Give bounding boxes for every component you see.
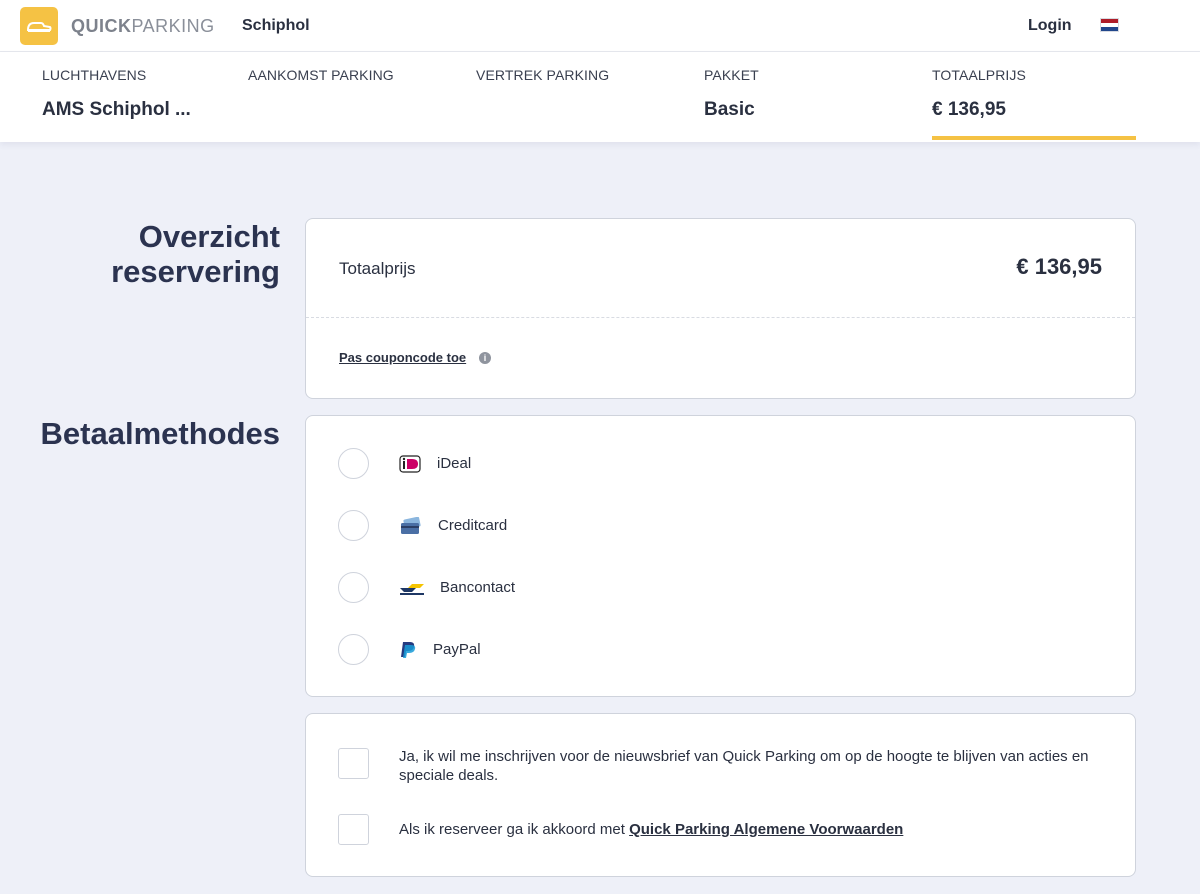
payment-option-paypal[interactable]: PayPal bbox=[306, 634, 1135, 666]
payment-option-bancontact[interactable]: Bancontact bbox=[306, 572, 1135, 604]
summary-package-value: Basic bbox=[704, 99, 755, 120]
newsletter-label: Ja, ik wil me inschrijven voor de nieuws… bbox=[399, 748, 1089, 784]
terms-checkbox[interactable] bbox=[338, 814, 369, 845]
consent-card: Ja, ik wil me inschrijven voor de nieuws… bbox=[305, 713, 1136, 877]
payment-methods-card: iDeal Creditcard Bancontact PayPal bbox=[305, 415, 1136, 697]
terms-prefix: Als ik reserveer ga ik akkoord met bbox=[399, 821, 630, 838]
paypal-icon bbox=[401, 642, 416, 658]
summary-total-label: TOTAALPRIJS bbox=[932, 67, 1026, 83]
summary-total-value: € 136,95 bbox=[932, 99, 1006, 120]
brand-name[interactable]: QUICKPARKING bbox=[71, 16, 215, 37]
total-price-value: € 136,95 bbox=[1016, 254, 1102, 279]
overview-heading: Overzicht reservering bbox=[111, 219, 280, 289]
apply-coupon-link[interactable]: Pas couponcode toe bbox=[339, 350, 466, 365]
newsletter-checkbox[interactable] bbox=[338, 748, 369, 779]
paypal-label: PayPal bbox=[433, 641, 481, 658]
overview-card: Totaalprijs € 136,95 Pas couponcode toe … bbox=[305, 218, 1136, 399]
payment-option-ideal[interactable]: iDeal bbox=[306, 448, 1135, 480]
bancontact-icon bbox=[400, 584, 424, 595]
summary-airport-label: LUCHTHAVENS bbox=[42, 67, 147, 83]
location-label: Schiphol bbox=[242, 17, 310, 34]
payment-methods-heading: Betaalmethodes bbox=[40, 416, 280, 451]
booking-summary-bar: LUCHTHAVENS AMS Schiphol ... AANKOMST PA… bbox=[0, 52, 1200, 142]
ideal-radio[interactable] bbox=[338, 448, 369, 479]
info-icon[interactable]: i bbox=[479, 352, 491, 364]
dutch-flag-icon[interactable] bbox=[1100, 18, 1119, 32]
terms-label: Als ik reserveer ga ik akkoord met Quick… bbox=[399, 820, 1099, 839]
paypal-radio[interactable] bbox=[338, 634, 369, 665]
summary-departure-label: VERTREK PARKING bbox=[476, 67, 610, 83]
creditcard-icon bbox=[401, 517, 421, 534]
summary-airport-value: AMS Schiphol ... bbox=[42, 99, 191, 120]
quickparking-logo-icon[interactable] bbox=[20, 7, 58, 45]
creditcard-label: Creditcard bbox=[438, 517, 508, 534]
payment-option-creditcard[interactable]: Creditcard bbox=[306, 510, 1135, 542]
ideal-icon bbox=[399, 455, 421, 473]
login-button[interactable]: Login bbox=[1028, 17, 1072, 35]
active-step-indicator bbox=[932, 136, 1136, 140]
terms-link[interactable]: Quick Parking Algemene Voorwaarden bbox=[629, 821, 903, 838]
summary-package-label: PAKKET bbox=[704, 67, 759, 83]
summary-arrival-label: AANKOMST PARKING bbox=[248, 67, 394, 83]
ideal-label: iDeal bbox=[437, 455, 472, 472]
top-navigation-bar: QUICKPARKING Schiphol Login bbox=[0, 0, 1200, 52]
bancontact-radio[interactable] bbox=[338, 572, 369, 603]
creditcard-radio[interactable] bbox=[338, 510, 369, 541]
total-price-label: Totaalprijs bbox=[339, 259, 416, 278]
divider bbox=[306, 317, 1135, 318]
bancontact-label: Bancontact bbox=[440, 579, 516, 596]
